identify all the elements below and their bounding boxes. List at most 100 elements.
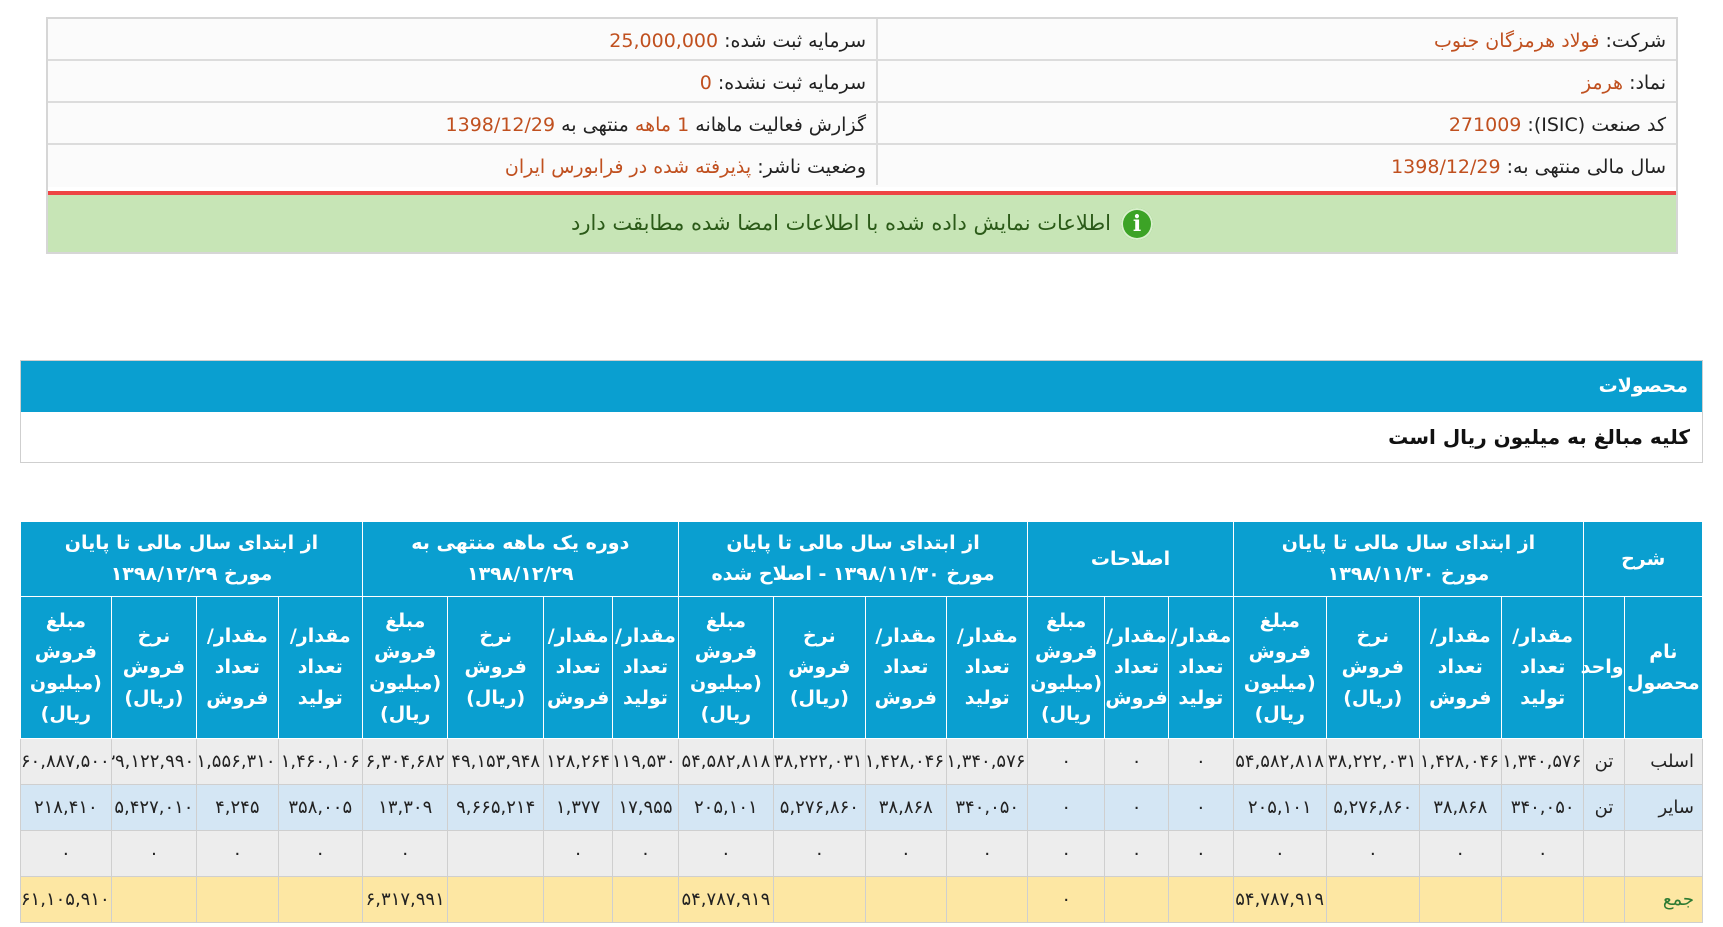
col-product-name-l2: محصول <box>1627 671 1700 694</box>
col-amount-g2-l3: (میلیون <box>1030 671 1103 694</box>
products-title: محصولات <box>21 361 1702 412</box>
col-prod-g5-l3: تولید <box>297 687 343 709</box>
col-prod-g4-l3: تولید <box>623 687 668 709</box>
table-cell <box>110 876 198 923</box>
status-cell: وضعیت ناشر: پذیرفته شده در فرابورس ایران <box>48 145 878 185</box>
col-sales-g4-l1: مقدار/ <box>547 625 609 647</box>
col-prod-g4-l2: تعداد <box>622 656 669 678</box>
col-amount-g3-l3: (میلیون <box>689 671 762 694</box>
col-sales-g1-l3: فروش <box>1429 687 1492 709</box>
table-cell: ۱,۳۷۷ <box>542 784 614 831</box>
table-cell <box>277 876 363 923</box>
report-cell: گزارش فعالیت ماهانه 1 ماهه منتهی به 1398… <box>48 103 878 143</box>
col-prod-g3: مقدار/تعداد تولید <box>946 596 1029 739</box>
col-rate-g4: نرخ فروش (ریال) <box>447 596 544 739</box>
col-amount-g2-l1: مبلغ <box>1046 609 1087 632</box>
col-rate-g5-l1: نرخ <box>137 625 171 647</box>
header-group-ytd-corrected: از ابتدای سال مالی تا پایان مورخ ۱۳۹۸/۱۱… <box>677 521 1029 597</box>
table-cell: ۱,۵۵۶,۳۱۰ <box>196 738 279 785</box>
table-row: اسلب تن ۱,۳۴۰,۵۷۶ ۱,۴۲۸,۰۴۶ ۳۸,۲۲۲,۰۳۱ ۵۴,۵۸۲… <box>20 738 1704 785</box>
table-cell: ۰ <box>1418 830 1502 877</box>
col-sales-g4-l2: تعداد <box>555 656 601 678</box>
table-cell: ۰ <box>277 830 363 877</box>
table-cell: ۰ <box>1168 784 1234 831</box>
fiscal-cell: سال مالی منتهی به: 1398/12/29 <box>876 145 1676 185</box>
unregistered-capital-value: 0 <box>699 72 712 94</box>
col-prod-g2: مقدار/تعداد تولید <box>1168 596 1234 739</box>
col-amount-g1-l1: مبلغ <box>1259 609 1300 632</box>
table-cell: ۰ <box>1027 738 1105 785</box>
cell-unit <box>1583 830 1625 877</box>
table-cell: ۰ <box>1168 738 1234 785</box>
status-label: وضعیت ناشر: <box>757 156 866 178</box>
col-rate-g5-l3: (ریال) <box>124 687 184 709</box>
col-rate-g1-l2: فروش <box>1341 656 1404 678</box>
header-desc: شرح <box>1583 521 1703 597</box>
table-cell: ۵,۲۷۶,۸۶۰ <box>1326 784 1420 831</box>
table-cell <box>1168 876 1234 923</box>
table-cell: ۰ <box>1027 784 1105 831</box>
col-prod-g5-l1: مقدار/ <box>289 625 351 647</box>
amounts-note: کلیه مبالغ به میلیون ریال است <box>1388 425 1690 449</box>
info-row-symbol: نماد: هرمز سرمایه ثبت نشده: 0 <box>48 61 1676 103</box>
col-rate-g4-l2: فروش <box>464 656 527 678</box>
col-rate-g3: نرخ فروش (ریال) <box>773 596 866 739</box>
symbol-label: نماد: <box>1629 72 1666 94</box>
company-cell: شرکت: فولاد هرمزگان جنوب <box>876 19 1676 59</box>
table-cell <box>1103 876 1170 923</box>
table-cell: ۰ <box>864 830 948 877</box>
col-prod-g3-l3: تولید <box>964 687 1010 709</box>
table-cell: ۰ <box>1500 830 1585 877</box>
table-cell: ۰ <box>361 830 449 877</box>
cell-product-name: جمع <box>1623 876 1704 923</box>
fiscal-label: سال مالی منتهی به: <box>1506 156 1666 178</box>
cell-product-name: اسلب <box>1623 738 1704 785</box>
table-cell: ۰ <box>20 830 112 877</box>
cell-unit <box>1583 876 1625 923</box>
header-group-corrections: اصلاحات <box>1027 521 1234 597</box>
table-cell: ۰ <box>773 830 866 877</box>
col-prod-g3-l1: مقدار/ <box>956 625 1018 647</box>
table-cell: ۰ <box>946 830 1029 877</box>
table-cell: ۹,۶۶۵,۲۱۴ <box>447 784 544 831</box>
match-notice: i اطلاعات نمایش داده شده با اطلاعات امضا … <box>48 195 1676 252</box>
col-prod-g4-l1: مقدار/ <box>615 625 676 647</box>
col-prod-g2-l3: تولید <box>1178 687 1224 709</box>
col-product-name-l1: نام <box>1649 640 1678 663</box>
col-unit: واحد <box>1581 596 1625 739</box>
col-rate-g1-l1: نرخ <box>1356 625 1390 647</box>
table-cell: ۶,۳۱۷,۹۹۱ <box>361 876 449 923</box>
col-amount-g2-l2: فروش <box>1035 640 1098 663</box>
products-table: شرح از ابتدای سال مالی تا پایان مورخ ۱۳۹… <box>20 521 1704 923</box>
table-cell <box>946 876 1029 923</box>
table-cell: ۳۴۰,۰۵۰ <box>1500 784 1585 831</box>
table-cell: ۳۹,۱۲۲,۹۹۰ <box>110 738 198 785</box>
col-prod-g4: مقدار/تعداد تولید <box>612 596 679 739</box>
table-cell: ۵۴,۵۸۲,۸۱۸ <box>677 738 775 785</box>
col-sales-g3-l3: فروش <box>874 687 937 709</box>
table-cell: ۱,۳۴۰,۵۷۶ <box>946 738 1029 785</box>
table-cell: ۳۴۰,۰۵۰ <box>946 784 1029 831</box>
header-group-ytd-1130-line2: مورخ ۱۳۹۸/۱۱/۳۰ <box>1327 563 1490 585</box>
info-icon: i <box>1121 208 1153 240</box>
col-prod-g5: مقدار/تعداد تولید <box>277 596 363 739</box>
header-group-ytd-1229: از ابتدای سال مالی تا پایان مورخ ۱۳۹۸/۱۲… <box>20 521 363 597</box>
table-cell: ۳۸,۸۶۸ <box>864 784 948 831</box>
table-cell <box>447 876 544 923</box>
table-cell: ۵۴,۷۸۷,۹۱۹ <box>677 876 775 923</box>
col-product-name: نام محصول <box>1623 596 1704 739</box>
col-amount-g5-l1: مبلغ <box>45 609 86 632</box>
col-sales-g4-l3: فروش <box>546 687 610 709</box>
col-rate-g1: نرخ فروش (ریال) <box>1326 596 1420 739</box>
col-amount-g1: مبلغ فروش (میلیون ریال) <box>1232 596 1328 739</box>
isic-label: کد صنعت (ISIC): <box>1527 114 1666 136</box>
col-rate-g3-l3: (ریال) <box>789 687 849 709</box>
table-cell: ۲۱۸,۴۱۰ <box>20 784 112 831</box>
unregistered-capital-cell: سرمایه ثبت نشده: 0 <box>48 61 878 101</box>
header-group-ytd-1130-line1: از ابتدای سال مالی تا پایان <box>1281 532 1536 554</box>
company-label: شرکت: <box>1605 30 1666 52</box>
col-sales-g5-l2: تعداد <box>214 656 260 678</box>
table-cell: ۶۰,۸۸۷,۵۰۰ <box>20 738 112 785</box>
col-rate-g5: نرخ فروش (ریال) <box>110 596 198 739</box>
table-cell: ۱,۴۲۸,۰۴۶ <box>864 738 948 785</box>
